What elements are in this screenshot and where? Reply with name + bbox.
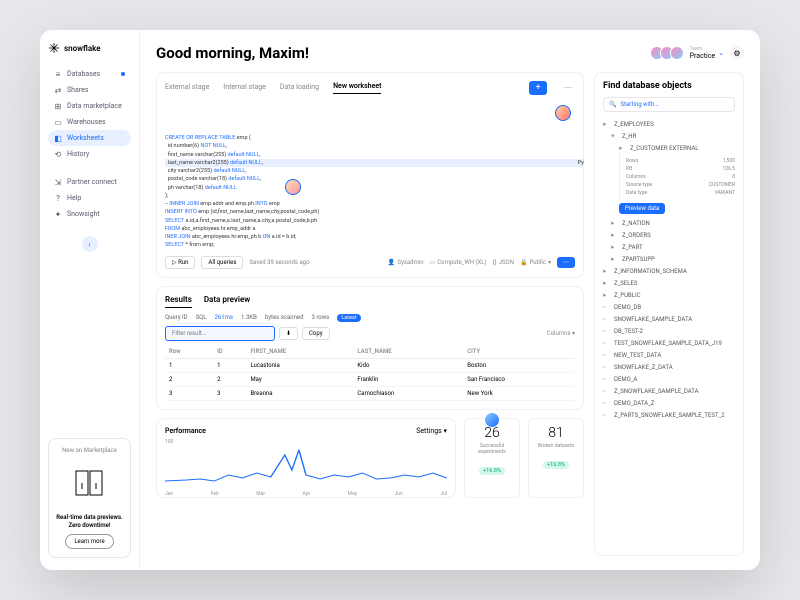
preview-data-button[interactable]: Preview data xyxy=(619,203,665,214)
nav-shares[interactable]: ⇄Shares xyxy=(48,82,131,98)
tree-node[interactable]: ▸Z_PUBLIC xyxy=(603,289,735,301)
tab-data-loading[interactable]: Data loading xyxy=(280,83,319,94)
worksheet-card: External stage Internal stage Data loading… xyxy=(156,72,584,278)
learn-more-button[interactable]: Learn more xyxy=(65,534,113,549)
tree-node[interactable]: ▸Z_SELES xyxy=(603,277,735,289)
team-selector[interactable]: TeamPractice ⌄ xyxy=(690,46,724,60)
perf-settings[interactable]: Settings ▾ xyxy=(416,427,447,435)
performance-chart: 100 JanFebMarAprMayJunJul xyxy=(165,439,447,489)
worksheet-more-button[interactable]: ⋯ xyxy=(561,81,575,95)
tree-node[interactable]: ▫NEW_TEST_DATA xyxy=(603,349,735,361)
team-avatars[interactable] xyxy=(654,46,684,60)
greeting: Good morning, Maxim! xyxy=(156,44,309,62)
search-input[interactable]: 🔍 Starting with... xyxy=(603,97,735,112)
tree-node[interactable]: ▫DEMO_A xyxy=(603,373,735,385)
snowflake-icon xyxy=(48,42,60,54)
sql-editor[interactable]: CREATE OR REPLACE TABLE emp ( id number(… xyxy=(165,101,575,250)
tree-node[interactable]: ▫Z_SNOWFLAKE_SAMPLE_DATA xyxy=(603,385,735,397)
tree-node[interactable]: ▫TEST_SNOWFLAKE_SAMPLE_DATA_J19 xyxy=(603,337,735,349)
filter-input[interactable] xyxy=(165,326,275,341)
nav-history[interactable]: ⟲History xyxy=(48,146,131,162)
add-worksheet-button[interactable]: + xyxy=(529,81,547,95)
tree-node[interactable]: ▸ZPARTSUPP xyxy=(603,253,735,265)
copy-button[interactable]: Copy xyxy=(302,327,330,340)
collapse-sidebar[interactable]: ‹ xyxy=(82,236,98,252)
results-table: RowIDFIRST_NAMELAST_NAMECITY11Lucastonia… xyxy=(165,345,575,401)
latest-badge[interactable]: Latest xyxy=(337,314,360,322)
main-content: Good morning, Maxim! TeamPractice ⌄ ⚙ Ex… xyxy=(140,30,760,570)
table-row[interactable]: 33BreannaCamochiasonNew York xyxy=(165,386,575,400)
download-button[interactable]: ⬇ xyxy=(279,327,298,340)
tree-node[interactable]: ▸Z_PART xyxy=(603,241,735,253)
sidebar: snowflake ≡Databases⇄Shares⊞Data marketp… xyxy=(40,30,140,570)
table-row[interactable]: 11LucastoniaKidoBoston xyxy=(165,358,575,372)
stat-datasets: 81Broken datasets+16.8% xyxy=(528,418,584,498)
tree-node[interactable]: ▸Z_EMPLOYEES xyxy=(603,118,735,130)
tree-node[interactable]: ▸Z_INFORMATION_SCHEMA xyxy=(603,265,735,277)
settings-button[interactable]: ⚙ xyxy=(730,46,744,60)
tree-node[interactable]: ▫DB_TEST-2 xyxy=(603,325,735,337)
tree-node[interactable]: ▫DEMO_DB xyxy=(603,301,735,313)
tab-external-stage[interactable]: External stage xyxy=(165,83,209,94)
worksheet-menu-button[interactable]: ⋯ xyxy=(557,257,575,268)
columns-selector[interactable]: Columns ▾ xyxy=(547,330,575,337)
tree-node[interactable]: ▸Z_CUSTOMER EXTERNAL xyxy=(603,142,735,154)
tree-node[interactable]: ▫SNOWFLAKE_SAMPLE_DATA xyxy=(603,313,735,325)
table-row[interactable]: 22MayFranklinSan Francisco xyxy=(165,372,575,386)
stat-experiments: 26Successful experiments+16.8% xyxy=(464,418,520,498)
all-queries-button[interactable]: All queries xyxy=(201,256,243,269)
warehouse-selector[interactable]: ▭ Compute_WH (XL) xyxy=(430,259,487,266)
collaborator-avatar[interactable] xyxy=(285,179,301,195)
object-browser: Find database objects 🔍 Starting with...… xyxy=(594,72,744,556)
performance-card: PerformanceSettings ▾ 100 JanFebMarAprMa… xyxy=(156,418,456,498)
nav-snowsight[interactable]: ✦Snowsight xyxy=(48,206,131,222)
tab-new-worksheet[interactable]: New worksheet xyxy=(333,82,381,94)
chevron-down-icon: ⌄ xyxy=(718,49,724,57)
tree-node[interactable]: ▫Z_PARTS_SNOWFLAKE_SAMPLE_TEST_2 xyxy=(603,409,735,421)
save-status: Saved 39 seconds ago xyxy=(249,259,309,266)
nav-warehouses[interactable]: ▭Warehouses xyxy=(48,114,131,130)
tree-node[interactable]: ▸Z_NATION xyxy=(603,217,735,229)
tree-node[interactable]: ▾Z_HR xyxy=(603,130,735,142)
promo-illustration xyxy=(55,458,124,508)
tab-internal-stage[interactable]: Internal stage xyxy=(223,83,266,94)
tab-data-preview[interactable]: Data preview xyxy=(204,295,250,308)
tree-node[interactable]: ▸Z_ORDERS xyxy=(603,229,735,241)
role-selector[interactable]: 👤 Sysadmin xyxy=(388,259,424,266)
run-button[interactable]: ▷ Run xyxy=(165,256,195,269)
tree-node[interactable]: ▫SNOWFLAKE_Z_DATA xyxy=(603,361,735,373)
marketplace-promo: New on Marketplace Real-time data previe… xyxy=(48,438,131,558)
nav-databases[interactable]: ≡Databases xyxy=(48,66,131,82)
nav-worksheets[interactable]: ◧Worksheets xyxy=(48,130,131,146)
tab-results[interactable]: Results xyxy=(165,295,192,308)
results-card: Results Data preview Query IDSQL 261ms 1… xyxy=(156,286,584,410)
nav-data-marketplace[interactable]: ⊞Data marketplace xyxy=(48,98,131,114)
brand-logo: snowflake xyxy=(48,42,131,54)
format-selector[interactable]: {} JSON xyxy=(493,259,514,266)
tree-node[interactable]: ▫DEMO_DATA_Z xyxy=(603,397,735,409)
visibility-selector[interactable]: 🔒 Public ▾ xyxy=(520,259,551,266)
collaborator-avatar[interactable] xyxy=(555,105,571,121)
nav-help[interactable]: ?Help xyxy=(48,190,131,206)
stat-avatar xyxy=(485,413,499,427)
nav-partner-connect[interactable]: ⇲Partner connect xyxy=(48,174,131,190)
